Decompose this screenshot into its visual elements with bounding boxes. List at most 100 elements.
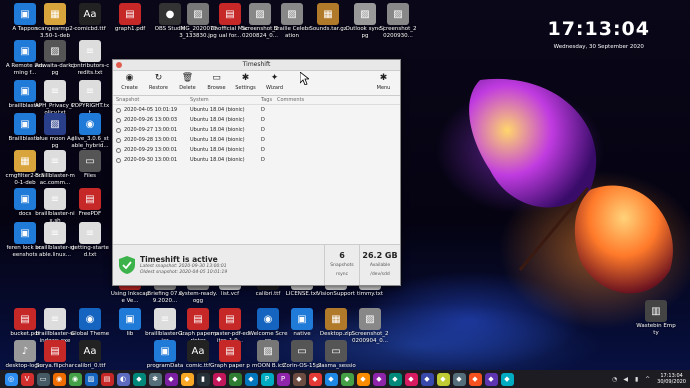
taskbar-clock[interactable]: 17:13:04 30/09/2020 [657,373,686,385]
desktop-icon[interactable]: ≡braillblaster-windows.exe [35,308,75,344]
files-icon[interactable]: ▭ [36,372,50,386]
file-icon: ▤ [219,340,241,362]
desktop-icon[interactable]: ▥ Wastebin Empty [636,300,676,336]
desktop-icon[interactable]: ▤master-pdf-editor_1.9... [210,308,250,344]
clock-date: Wednesday, 30 September 2020 [553,44,644,50]
app-icon[interactable]: ◆ [340,372,354,386]
desktop-icon-label: graph1.pdf [114,26,146,32]
desktop-icon[interactable]: ▨ Screenshot_20200904_0... [350,308,390,344]
desktop-icon[interactable]: ≡ braillblaster-nix.sh [35,188,75,224]
app-icon[interactable]: ◆ [132,372,146,386]
desktop-icon[interactable]: ≡ braillblaster-stable.linux... [35,222,75,258]
desktop-icon[interactable]: ▣ lib [110,308,150,338]
app-icon[interactable]: ◆ [420,372,434,386]
desktop-icon[interactable]: Aa calibri_0.ttf [70,340,110,370]
up-arrow-icon[interactable]: ^ [644,376,651,383]
settings-icon[interactable]: ✱ [148,372,162,386]
app-icon[interactable]: ◆ [484,372,498,386]
terminal-icon[interactable]: ▮ [196,372,210,386]
snapshot-comments[interactable] [277,135,400,145]
timeshift-window[interactable]: Timeshift ◉ Create ↻ Restore 🗑 Delete ▭ Browse ✱… [112,59,401,286]
desktop-icon[interactable]: ≡APH_Privacy_Policy.txt [35,80,75,116]
column-snapshot[interactable]: Snapshot [116,96,190,104]
desktop-icon[interactable]: ▤Graph paper printer link [210,340,250,370]
pycharm-icon[interactable]: P [260,372,274,386]
app-icon[interactable]: ◆ [324,372,338,386]
desktop-icon[interactable]: ▭plasma_session-20200828... [316,340,356,370]
browse-button[interactable]: ▭ Browse [202,71,231,95]
close-window-button[interactable] [116,62,122,68]
app-icon[interactable]: ◆ [500,372,514,386]
desktop-icon[interactable]: ≡ contributors-credits.txt [70,40,110,76]
app-icon[interactable]: ◆ [292,372,306,386]
snapshot-row[interactable]: 2020-09-26 13:00:03 Ubuntu 18.04 (bionic)… [113,115,400,125]
app-icon[interactable]: ◆ [372,372,386,386]
desktop-icon[interactable]: Aa comicbd.ttf [70,3,110,33]
delete-button[interactable]: 🗑 Delete [173,71,202,95]
create-button[interactable]: ◉ Create [115,71,144,95]
app-icon[interactable]: ◆ [308,372,322,386]
desktop-icon[interactable]: ≡COPYRIGHT.txt [70,80,110,116]
column-comments[interactable]: Comments [277,96,400,104]
app-icon[interactable]: ◆ [244,372,258,386]
pdf-icon[interactable]: ▤ [100,372,114,386]
restore-button[interactable]: ↻ Restore [144,71,173,95]
wizard-button[interactable]: ✦ Wizard [260,71,289,95]
app-icon[interactable]: ◆ [164,372,178,386]
file-icon: ▨ [387,3,409,25]
desktop-icon[interactable]: ▦ scangearmp2-3.50-1-deb [35,3,75,39]
chrome-icon[interactable]: ◉ [68,372,82,386]
app-icon[interactable]: ◆ [468,372,482,386]
snapshot-row[interactable]: 2020-09-30 13:00:01 Ubuntu 18.04 (bionic)… [113,155,400,165]
pycharm-icon[interactable]: P [276,372,290,386]
desktop-icon[interactable]: ▨ Adwaita-dark.jpg [35,40,75,76]
desktop-icon[interactable]: ≡ getting-started.txt [70,222,110,258]
desktop-icon[interactable]: ◉ elive_3.0.6_stable_hybrid... [70,113,110,149]
snapshot-comments[interactable] [277,115,400,125]
desktop-icon[interactable]: ▨ Screenshot_20200930... [378,3,418,39]
desktop-icon[interactable]: ▤ graph1.pdf [110,3,150,33]
desktop-icon[interactable]: ▨ Braille Celebration [272,3,312,39]
discord-icon[interactable]: ◐ [116,372,130,386]
snapshot-comments[interactable] [277,145,400,155]
app-icon[interactable]: ◆ [356,372,370,386]
volume-icon[interactable]: ◀ [622,376,629,383]
app-icon[interactable]: ◆ [180,372,194,386]
snapshot-row[interactable]: 2020-09-27 13:00:01 Ubuntu 18.04 (bionic)… [113,125,400,135]
menu-icon[interactable]: ◎ [4,372,18,386]
snapshot-comments[interactable] [277,155,400,165]
desktop-icon[interactable]: ▤ FreePDF [70,188,110,218]
settings-button[interactable]: ✱ Settings [231,71,260,95]
app-icon[interactable]: ◆ [404,372,418,386]
system-tray: ◔ ◀ ▮ ^ 17:13:04 30/09/2020 [609,373,690,385]
wizard-icon: ✦ [270,73,279,83]
desktop-icon[interactable]: ▤Surya.flipchart [35,340,75,370]
app-icon[interactable]: ◆ [452,372,466,386]
snapshot-row[interactable]: 2020-04-05 10:01:19 Ubuntu 18.04 (bionic)… [113,105,400,115]
app-icon[interactable]: ◆ [436,372,450,386]
file-icon: ▦ [14,150,36,172]
app-icon[interactable]: ◆ [212,372,226,386]
desktop-icon[interactable]: ▦ Sounds.tar.gz [308,3,348,33]
snapshot-comments[interactable] [277,105,400,115]
app-icon[interactable]: ◆ [388,372,402,386]
firefox-icon[interactable]: ◉ [52,372,66,386]
menu-button[interactable]: ✱ Menu [369,71,398,95]
desktop-icon[interactable]: ≡ braillblaster-mac.comm... [35,150,75,186]
column-system[interactable]: System [190,96,261,104]
desktop-icon[interactable]: ◉ Global Theme [70,308,110,338]
desktop-icon-label: braillblaster-mac.comm... [35,173,75,186]
snapshot-comments[interactable] [277,125,400,135]
snapshot-row[interactable]: 2020-09-29 13:00:01 Ubuntu 18.04 (bionic)… [113,145,400,155]
window-titlebar[interactable]: Timeshift [113,60,400,71]
snapshot-row[interactable]: 2020-09-28 13:00:01 Ubuntu 18.04 (bionic)… [113,135,400,145]
desktop-icon[interactable]: ▭ Files [70,150,110,180]
column-tags[interactable]: Tags [261,96,277,104]
desktop: ▣ A Tappon ▦ scangearmp2-3.50-1-deb Aa comicb… [0,0,690,370]
desktop-icon[interactable]: ▨ blue moon A.jpg [35,113,75,149]
app-icon[interactable]: ◆ [228,372,242,386]
battery-icon[interactable]: ▮ [633,376,640,383]
vivaldi-icon[interactable]: V [20,372,34,386]
image-viewer-icon[interactable]: ▨ [84,372,98,386]
network-icon[interactable]: ◔ [611,376,618,383]
